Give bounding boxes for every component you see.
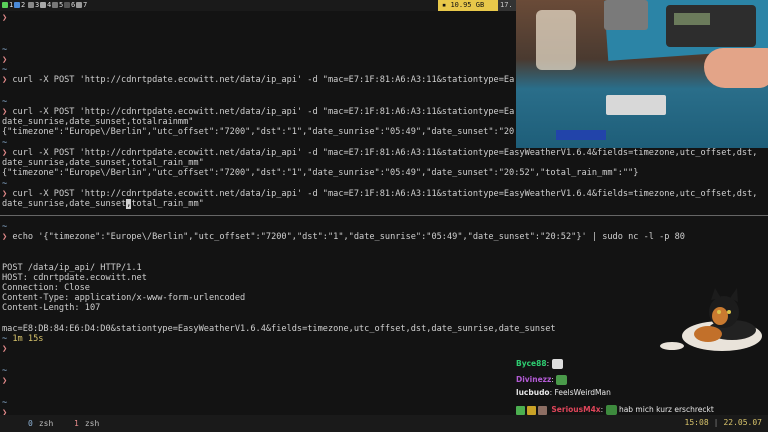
emote-icon xyxy=(556,375,568,385)
browser-icon xyxy=(14,2,20,8)
cwd-line: ~ xyxy=(2,366,8,376)
cwd-line: ~ xyxy=(2,398,8,408)
subscriber-badge-icon xyxy=(527,405,536,415)
command-line: ❯ curl -X POST 'http://cdnrtpdate.ecowit… xyxy=(2,148,758,158)
http-output-line: POST /data/ip_api/ HTTP/1.1 xyxy=(2,263,142,273)
blue-object xyxy=(556,130,606,140)
workspace-1[interactable]: 1 xyxy=(2,1,13,10)
app-icon xyxy=(76,2,82,8)
emote-icon xyxy=(605,405,617,415)
workspace-3[interactable]: 3 xyxy=(28,1,39,10)
multimeter-shape xyxy=(666,5,756,47)
prompt-line: ❯ xyxy=(2,55,8,65)
cwd-line: ~ xyxy=(2,222,8,232)
lamp-shape xyxy=(536,10,576,70)
http-output-line: HOST: cdnrtpdate.ecowitt.net xyxy=(2,273,147,283)
output-line: {"timezone":"Europe\/Berlin","utc_offset… xyxy=(2,168,639,178)
http-output-line: Content-Length: 107 xyxy=(2,303,101,313)
command-line: date_sunrise,date_sunset,totalrainmm" xyxy=(2,117,194,127)
app-icon xyxy=(40,2,46,8)
cat-overlay xyxy=(660,288,762,351)
status-extra: 17. xyxy=(498,0,516,11)
tmux-status-bar: 0 zsh 1 zsh 15:08 | 22.05.07 xyxy=(0,415,768,432)
webcam-overlay xyxy=(516,0,768,148)
cwd-line: ~ xyxy=(2,65,8,75)
device-shape xyxy=(604,0,648,30)
command-input-line[interactable]: date_sunrise,date_sunset,total_rain_mm" xyxy=(2,199,204,209)
workspace-6[interactable]: 6 xyxy=(64,1,75,10)
tab-0[interactable]: 0 zsh xyxy=(28,418,53,429)
cwd-line: ~ xyxy=(2,45,8,55)
emote-icon xyxy=(551,359,563,369)
http-output-line: Content-Type: application/x-www-form-url… xyxy=(2,293,246,303)
command-line: date_sunrise,date_sunset,total_rain_mm" xyxy=(2,158,204,168)
workspace-2[interactable]: 2 xyxy=(14,1,25,10)
clock: 15:08 | 22.05.07 xyxy=(684,418,762,427)
prompt-line: ❯ xyxy=(2,13,8,23)
component-tray xyxy=(606,95,666,115)
command-line: ❯ curl -X POST 'http://cdnrtpdate.ecowit… xyxy=(2,107,515,117)
cwd-line: ~ xyxy=(2,179,8,189)
chat-message: lucbudo: FeelsWeirdMan xyxy=(516,388,611,397)
cwd-line: ~ xyxy=(2,138,8,148)
command-line: ❯ echo '{"timezone":"Europe\/Berlin","ut… xyxy=(2,232,685,242)
workspace-4[interactable]: 4 xyxy=(40,1,51,10)
chat-overlay: Byce88: Divinezz: lucbudo: FeelsWeirdMan… xyxy=(516,356,768,416)
command-line: ❯ curl -X POST 'http://cdnrtpdate.ecowit… xyxy=(2,189,758,199)
workspace-5[interactable]: 5 xyxy=(52,1,63,10)
prompt-line: ❯ xyxy=(2,344,8,354)
command-line: ❯ curl -X POST 'http://cdnrtpdate.ecowit… xyxy=(2,75,515,85)
prompt-line: ❯ xyxy=(2,376,8,386)
http-output-line: Connection: Close xyxy=(2,283,90,293)
output-line: {"timezone":"Europe\/Berlin","utc_offset… xyxy=(2,127,515,137)
cwd-line: ~ xyxy=(2,97,8,107)
app-icon xyxy=(64,2,70,8)
disk-usage-widget: ▪ 10.95 GB xyxy=(438,0,498,11)
workspace-7[interactable]: 7 xyxy=(76,1,87,10)
hand-shape xyxy=(704,48,768,88)
chat-message: Divinezz: xyxy=(516,374,568,386)
bits-badge-icon xyxy=(538,405,547,415)
duration-line: ~ 1m 15s xyxy=(2,334,44,344)
terminal-icon xyxy=(2,2,8,8)
app-icon xyxy=(52,2,58,8)
moderator-badge-icon xyxy=(516,405,525,415)
app-icon xyxy=(28,2,34,8)
chat-message: Byce88: xyxy=(516,358,563,370)
tab-1[interactable]: 1 zsh xyxy=(74,418,99,429)
http-body-line: mac=E8:DB:84:E6:D4:D0&stationtype=EasyWe… xyxy=(2,324,556,334)
